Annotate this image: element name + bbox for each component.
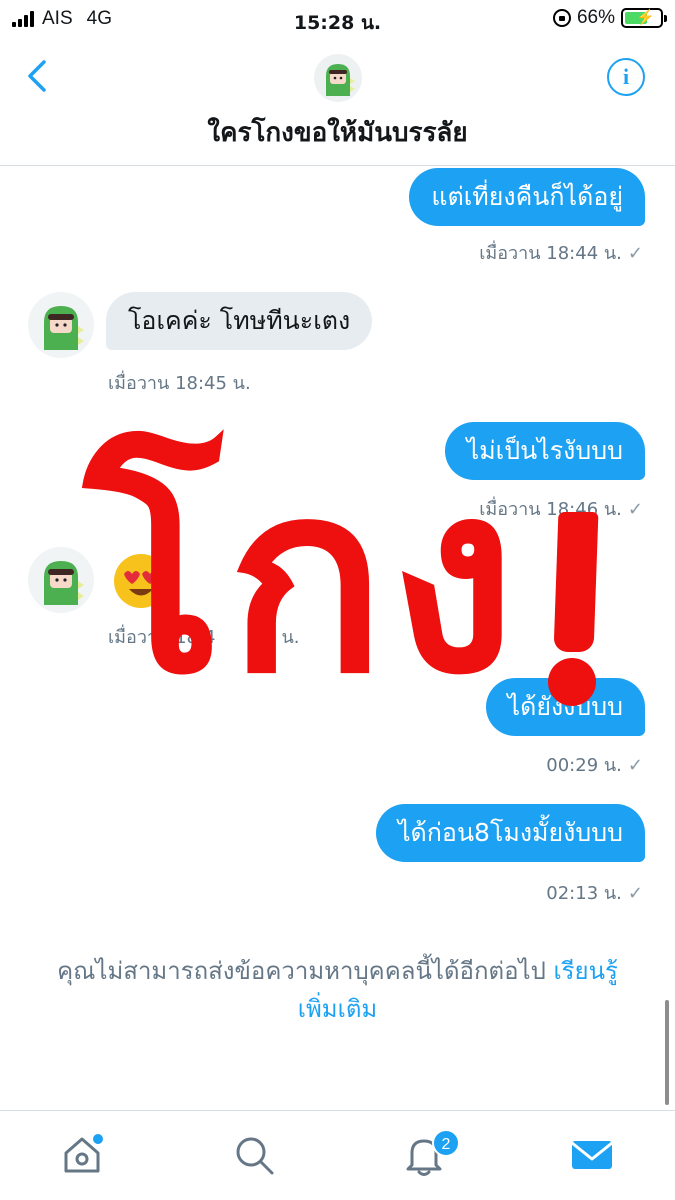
overlay-stamp-text: โกง bbox=[84, 429, 521, 731]
battery-icon: ⚡ bbox=[621, 8, 667, 28]
battery-percent: 66% bbox=[576, 7, 615, 28]
message-timestamp: 00:29 น. ✓ bbox=[546, 750, 643, 779]
dinosaur-avatar-icon bbox=[314, 54, 362, 102]
message-timestamp: เมื่อวาน 18:44 น. ✓ bbox=[479, 238, 643, 267]
message-bubble-incoming[interactable]: โอเคค่ะ โทษทีนะเตง bbox=[106, 292, 373, 350]
sender-avatar[interactable] bbox=[28, 292, 94, 358]
scrollbar[interactable] bbox=[665, 1000, 669, 1105]
exclamation-dot bbox=[548, 658, 596, 706]
dinosaur-avatar-icon bbox=[28, 292, 94, 358]
sent-check-icon: ✓ bbox=[627, 755, 643, 776]
status-right: 66% ⚡ bbox=[552, 7, 667, 29]
status-bar: AIS 4G 15:28 น. 66% ⚡ bbox=[0, 0, 675, 38]
timestamp-text: เมื่อวาน 18:44 น. bbox=[479, 243, 622, 264]
home-icon[interactable] bbox=[58, 1131, 106, 1179]
search-icon[interactable] bbox=[230, 1131, 278, 1179]
timestamp-text: 00:29 น. bbox=[546, 755, 622, 776]
timestamp-text: 02:13 น. bbox=[546, 883, 622, 904]
notice-text: คุณไม่สามารถส่งข้อความหาบุคคลนี้ได้อีกต่… bbox=[57, 957, 546, 985]
sent-check-icon: ✓ bbox=[627, 883, 643, 904]
exclamation-mark-icon bbox=[553, 512, 599, 652]
contact-avatar[interactable] bbox=[314, 54, 362, 102]
message-bubble-outgoing[interactable]: แต่เที่ยงคืนก็ได้อยู่ bbox=[409, 168, 645, 226]
back-icon[interactable] bbox=[24, 56, 50, 96]
learn-more-link[interactable]: เรียนรู้ bbox=[553, 957, 617, 985]
info-button[interactable]: i bbox=[607, 58, 645, 96]
sent-check-icon: ✓ bbox=[627, 499, 643, 520]
message-timestamp: เมื่อวาน 18:45 น. bbox=[108, 373, 251, 394]
mail-icon[interactable] bbox=[568, 1131, 616, 1179]
message-timestamp: 02:13 น. ✓ bbox=[546, 878, 643, 907]
learn-more-link-continued[interactable]: เพิ่มเติม bbox=[298, 995, 377, 1023]
message-bubble-outgoing[interactable]: ได้ก่อน8โมงมั้ยงับบบ bbox=[375, 804, 645, 862]
sent-check-icon: ✓ bbox=[627, 243, 643, 264]
conversation-header: i ใครโกงขอให้มันบรรลัย bbox=[0, 38, 675, 166]
blocked-notice: คุณไม่สามารถส่งข้อความหาบุคคลนี้ได้อีกต่… bbox=[0, 952, 675, 1028]
conversation-title: ใครโกงขอให้มันบรรลัย bbox=[207, 118, 468, 148]
bottom-tab-bar: 2 bbox=[0, 1110, 675, 1200]
orientation-lock-icon bbox=[552, 9, 571, 27]
notifications-badge: 2 bbox=[432, 1129, 460, 1157]
